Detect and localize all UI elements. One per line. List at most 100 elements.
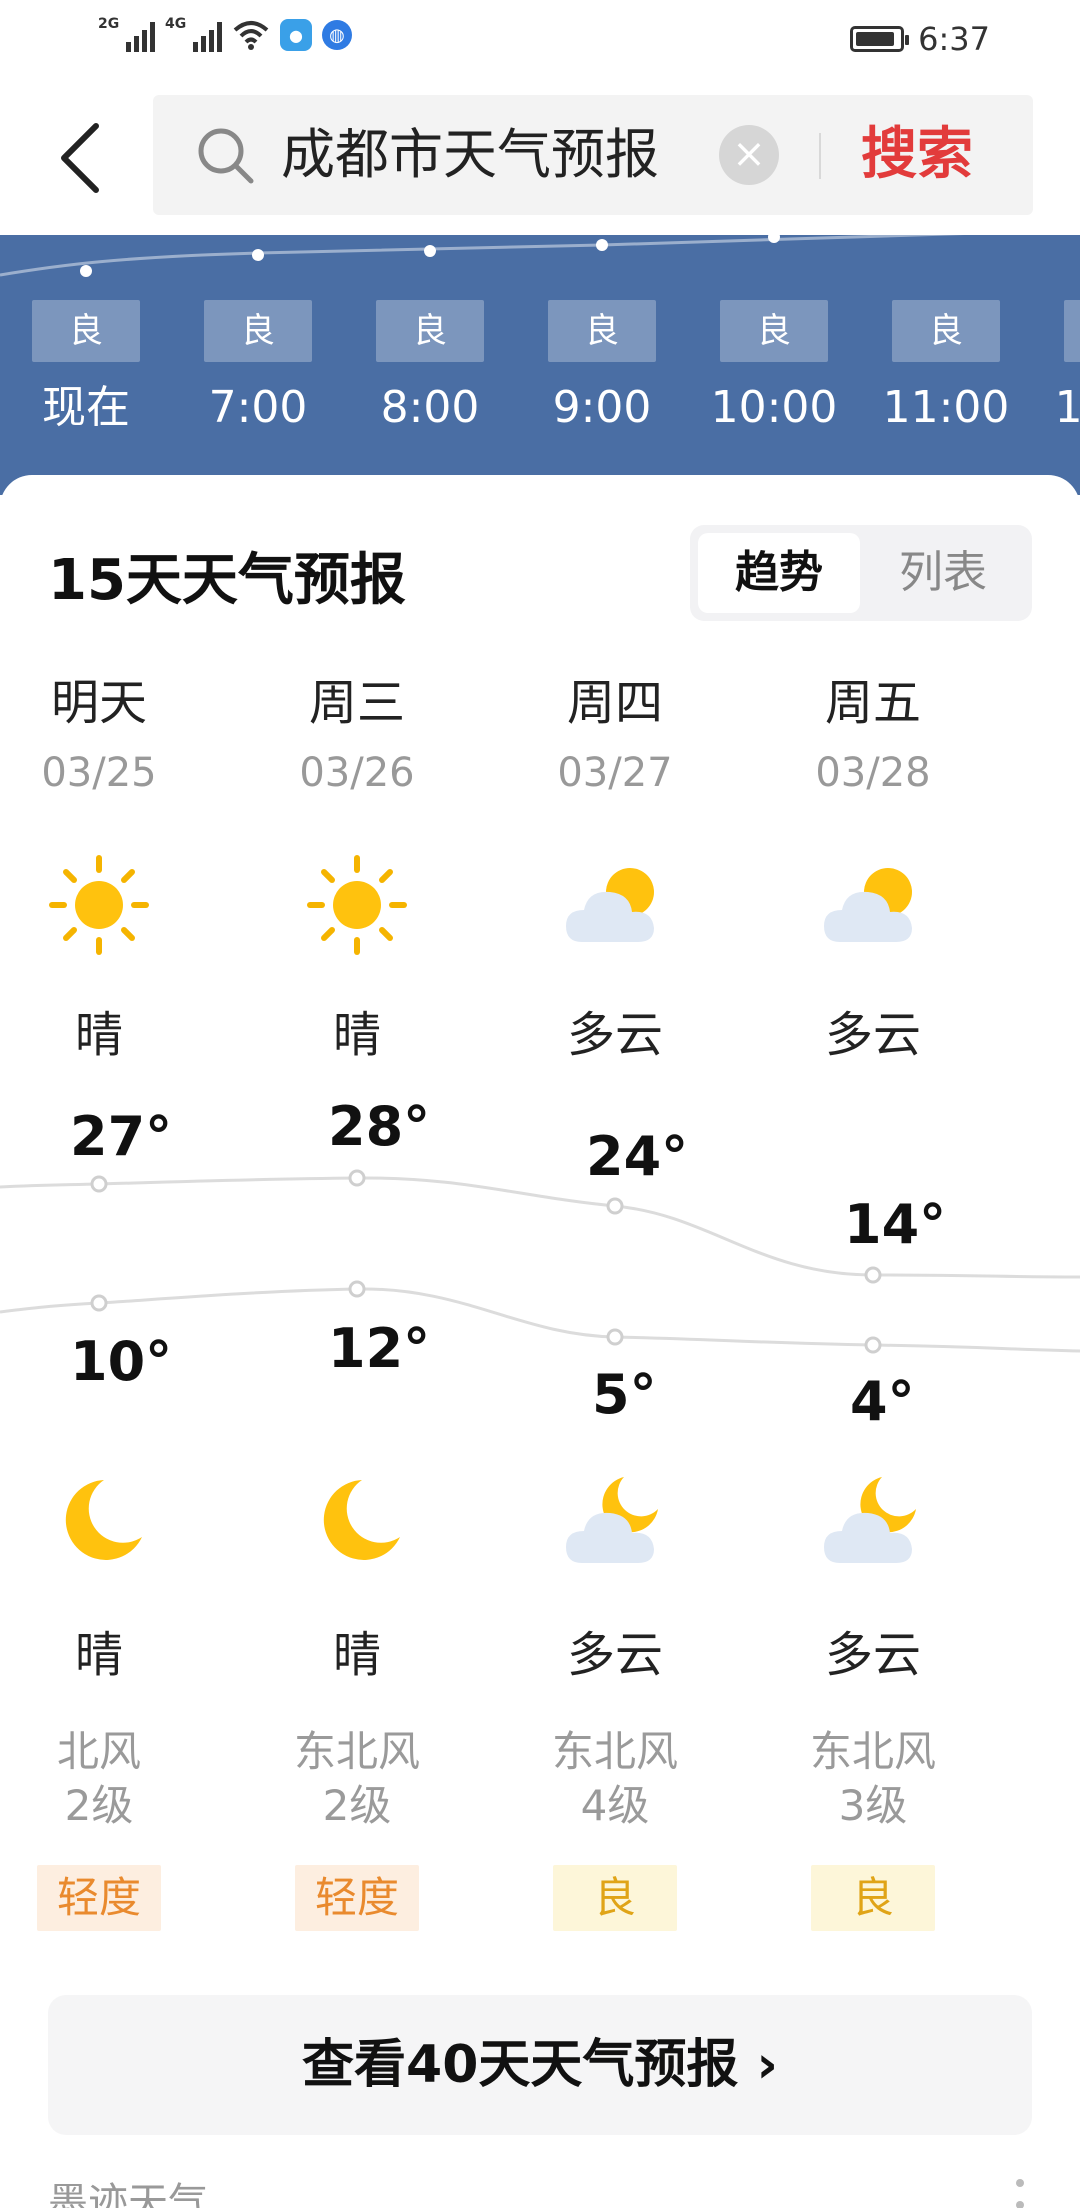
hourly-time: 8:00 [380, 382, 480, 433]
view-40-day-forecast-button[interactable]: 查看40天天气预报 › [48, 1995, 1032, 2135]
day-condition: 多云 [566, 1007, 663, 1063]
hourly-time: 12:00 [1054, 382, 1080, 433]
low-temp: 10° [70, 1330, 173, 1393]
low-temp-point [90, 1294, 108, 1312]
high-temp-point [606, 1197, 624, 1215]
cloud-sun-icon [824, 868, 912, 942]
sun-icon [49, 855, 149, 955]
hourly-item: 良 9:00 [532, 300, 672, 436]
hourly-item: 良 12:00 [1048, 300, 1080, 436]
hourly-item: 良现在 [16, 300, 156, 436]
forecast-day[interactable]: 周四 03/27 [520, 673, 710, 801]
high-temp-point [864, 1266, 882, 1284]
notification-app-icon: ● [280, 19, 312, 51]
hourly-time: 10:00 [710, 382, 838, 433]
low-temp-point [348, 1280, 366, 1298]
search-header: 成都市天气预报 × 搜索 [0, 80, 1080, 235]
hourly-point [768, 235, 780, 243]
wind-direction: 东北风 [551, 1727, 678, 1776]
day-condition: 晴 [332, 1007, 381, 1063]
day-condition: 晴 [74, 1007, 123, 1063]
notification-browser-icon: ◍ [322, 20, 352, 50]
forecast-day[interactable]: 明天 03/25 [4, 673, 194, 801]
network-4g-label: 4G [165, 16, 187, 32]
hourly-aqi: 良 [548, 300, 656, 362]
hourly-point [80, 265, 92, 277]
signal-4g-icon: 4G [165, 16, 222, 52]
cloud-moon-icon [566, 1477, 658, 1563]
night-condition: 多云 [566, 1627, 663, 1683]
aqi-badge: 轻度 [37, 1865, 161, 1931]
hourly-aqi: 良 [720, 300, 828, 362]
high-temp-point [90, 1175, 108, 1193]
status-bar: 2G 4G ● ◍ 6:37 [0, 0, 1080, 80]
hourly-point [424, 245, 436, 257]
hourly-item: 良 8:00 [360, 300, 500, 436]
hourly-item: 良 11:00 [876, 300, 1016, 436]
hourly-point [252, 249, 264, 261]
wind-info: 东北风 2级 [262, 1725, 452, 1833]
high-temp: 28° [328, 1095, 431, 1158]
low-temp: 5° [592, 1363, 657, 1426]
battery-icon [850, 26, 910, 52]
hourly-aqi: 良 [1064, 300, 1080, 362]
night-condition: 晴 [332, 1627, 381, 1683]
hourly-time: 现在 [42, 382, 130, 433]
hourly-strip[interactable]: 良现在 良 7:00 良 8:00 良 9:00 良 10:00 良 11:00 良 12:… [0, 235, 1080, 495]
wind-level: 2级 [64, 1781, 134, 1830]
wind-info: 东北风 3级 [778, 1725, 968, 1833]
day-date: 03/26 [299, 750, 415, 796]
low-temp: 12° [328, 1317, 431, 1380]
search-button[interactable]: 搜索 [861, 119, 973, 191]
day-condition: 多云 [824, 1007, 921, 1063]
hourly-item: 良 7:00 [188, 300, 328, 436]
wind-direction: 北风 [56, 1727, 141, 1776]
wind-info: 东北风 4级 [520, 1725, 710, 1833]
night-condition: 多云 [824, 1627, 921, 1683]
hourly-aqi: 良 [892, 300, 1000, 362]
signal-2g-icon: 2G [98, 16, 155, 52]
hourly-item: 良 10:00 [704, 300, 844, 436]
back-arrow-icon[interactable] [52, 118, 112, 198]
hourly-aqi: 良 [204, 300, 312, 362]
wind-direction: 东北风 [809, 1727, 936, 1776]
wind-direction: 东北风 [293, 1727, 420, 1776]
day-date: 03/27 [557, 750, 673, 796]
hourly-aqi: 良 [32, 300, 140, 362]
sun-icon [307, 855, 407, 955]
wind-level: 4级 [580, 1781, 650, 1830]
clear-icon[interactable]: × [719, 125, 779, 185]
aqi-badge: 轻度 [295, 1865, 419, 1931]
search-divider [819, 133, 821, 179]
high-temp: 14° [844, 1193, 947, 1256]
day-date: 03/25 [41, 750, 157, 796]
moon-icon [65, 1480, 142, 1560]
wind-info: 北风 2级 [4, 1725, 194, 1833]
forecast-day[interactable]: 周三 03/26 [262, 673, 452, 801]
day-name: 周三 [308, 675, 405, 731]
cloud-sun-icon [566, 868, 654, 942]
aqi-badge: 良 [811, 1865, 935, 1931]
wind-level: 3级 [838, 1781, 908, 1830]
forecast-day[interactable]: 周五 03/28 [778, 673, 968, 801]
high-temp: 24° [586, 1125, 689, 1188]
moon-icon [323, 1480, 400, 1560]
more-options-icon[interactable] [1016, 2175, 1024, 2208]
hourly-time: 7:00 [208, 382, 308, 433]
hourly-point [596, 239, 608, 251]
search-box[interactable]: 成都市天气预报 × 搜索 [153, 95, 1033, 215]
high-temp: 27° [70, 1105, 173, 1168]
cloud-moon-icon [824, 1477, 916, 1563]
wifi-icon [233, 21, 269, 50]
night-condition: 晴 [74, 1627, 123, 1683]
day-name: 周四 [566, 675, 663, 731]
low-temp-point [606, 1328, 624, 1346]
hourly-time: 9:00 [552, 382, 652, 433]
high-temp-point [348, 1169, 366, 1187]
day-name: 明天 [50, 675, 147, 731]
hourly-aqi: 良 [376, 300, 484, 362]
day-date: 03/28 [815, 750, 931, 796]
forecast-card: 15天天气预报 趋势 列表 明天 03/25 晴 27° 10° 晴 北风 2级… [0, 475, 1080, 2208]
wind-level: 2级 [322, 1781, 392, 1830]
day-name: 周五 [824, 675, 921, 731]
